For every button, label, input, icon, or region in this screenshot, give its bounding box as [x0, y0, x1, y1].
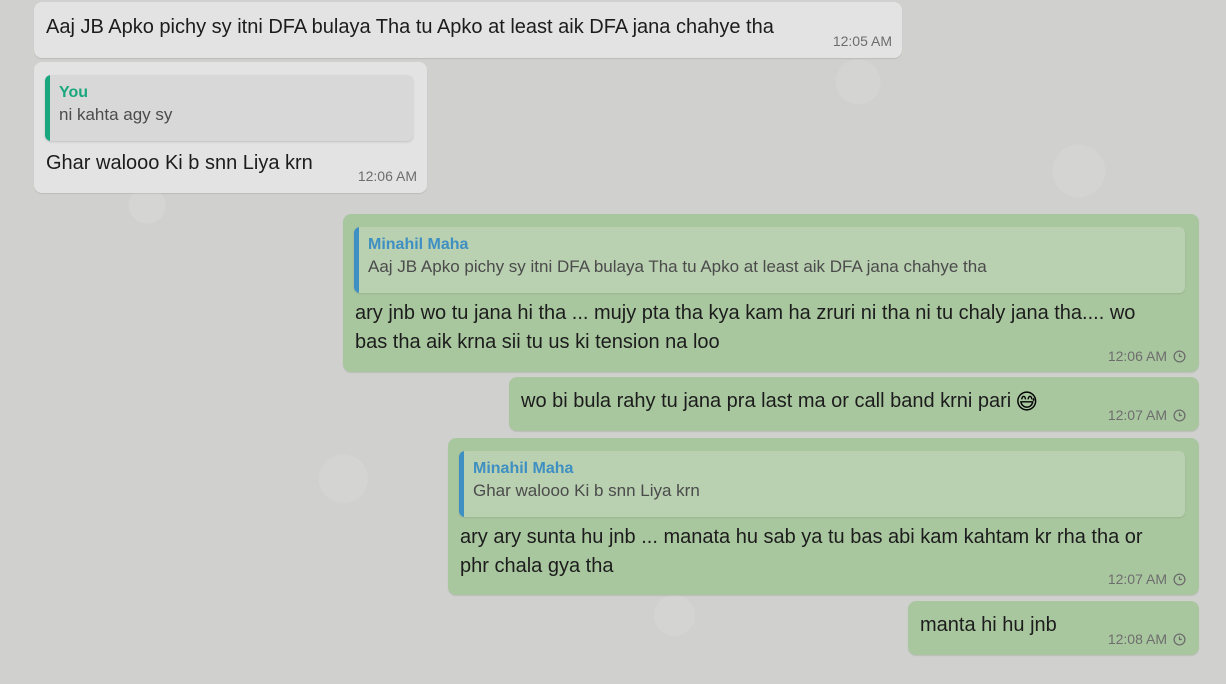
quoted-message[interactable]: Minahil Maha Aaj JB Apko pichy sy itni D… — [354, 227, 1185, 293]
quote-author: Minahil Maha — [473, 460, 574, 477]
clock-icon — [1173, 632, 1186, 646]
message-time: 12:06 AM — [1108, 348, 1186, 364]
clock-icon — [1173, 408, 1186, 422]
message-text-line: ary jnb wo tu jana hi tha ... mujy pta t… — [355, 302, 1136, 324]
message-time: 12:08 AM — [1108, 631, 1186, 647]
quote-author: Minahil Maha — [368, 236, 469, 253]
outgoing-message[interactable]: wo bi bula rahy tu jana pra last ma or c… — [509, 377, 1199, 431]
clock-icon — [1173, 349, 1186, 363]
outgoing-message[interactable]: Minahil Maha Ghar walooo Ki b snn Liya k… — [448, 438, 1199, 595]
quoted-message[interactable]: Minahil Maha Ghar walooo Ki b snn Liya k… — [459, 451, 1185, 517]
message-text-line: bas tha aik krna sii tu us ki tension na… — [355, 331, 720, 353]
quote-accent-bar — [354, 227, 359, 293]
message-text: wo bi bula rahy tu jana pra last ma or c… — [521, 387, 1038, 416]
message-time: 12:05 AM — [832, 33, 892, 49]
message-text-content: wo bi bula rahy tu jana pra last ma or c… — [521, 390, 1012, 412]
message-text-line: phr chala gya tha — [460, 555, 614, 577]
message-time: 12:07 AM — [1108, 571, 1186, 587]
outgoing-message[interactable]: manta hi hu jnb 12:08 AM — [908, 601, 1199, 655]
clock-icon — [1173, 572, 1186, 586]
quote-accent-bar — [45, 75, 50, 141]
quote-accent-bar — [459, 451, 464, 517]
quote-text: Ghar walooo Ki b snn Liya krn — [473, 481, 700, 500]
grinning-sweat-emoji-icon: 😅 — [1015, 389, 1039, 414]
outgoing-message[interactable]: Minahil Maha Aaj JB Apko pichy sy itni D… — [343, 214, 1199, 372]
message-text: Aaj JB Apko pichy sy itni DFA bulaya Tha… — [46, 16, 774, 38]
quote-text: ni kahta agy sy — [59, 105, 173, 124]
message-text: ary jnb wo tu jana hi tha ... mujy pta t… — [355, 299, 1135, 357]
chat-conversation: Aaj JB Apko pichy sy itni DFA bulaya Tha… — [0, 0, 1226, 684]
message-text: Ghar walooo Ki b snn Liya krn — [46, 152, 313, 174]
message-time: 12:07 AM — [1108, 407, 1186, 423]
incoming-message[interactable]: Aaj JB Apko pichy sy itni DFA bulaya Tha… — [34, 2, 902, 58]
quoted-message[interactable]: You ni kahta agy sy — [45, 75, 413, 141]
message-text: ary ary sunta hu jnb ... manata hu sab y… — [460, 523, 1143, 581]
quote-text: Aaj JB Apko pichy sy itni DFA bulaya Tha… — [368, 257, 987, 276]
message-text-line: ary ary sunta hu jnb ... manata hu sab y… — [460, 526, 1143, 548]
message-text: manta hi hu jnb — [920, 614, 1057, 636]
message-time: 12:06 AM — [357, 168, 417, 184]
incoming-message[interactable]: You ni kahta agy sy Ghar walooo Ki b snn… — [34, 62, 427, 193]
quote-author: You — [59, 84, 89, 101]
